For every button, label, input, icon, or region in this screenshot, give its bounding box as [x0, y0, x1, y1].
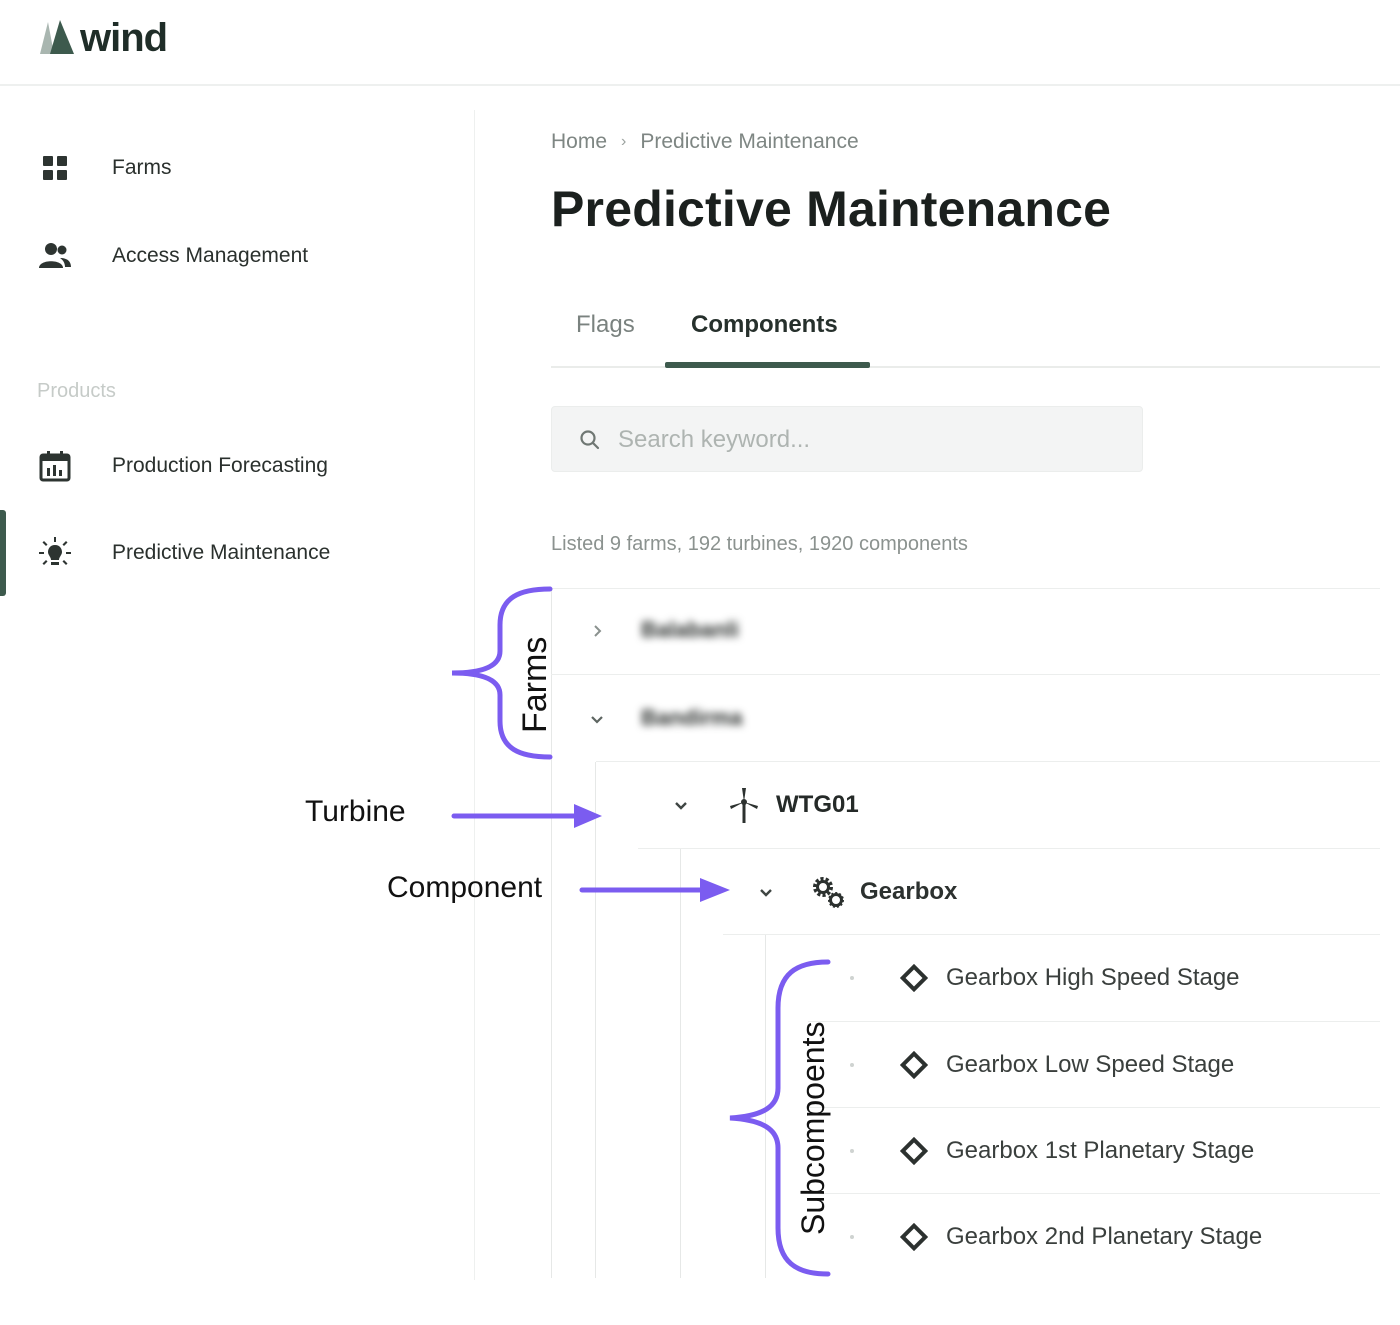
- gears-icon: [813, 877, 844, 908]
- component-name: Gearbox: [860, 878, 958, 905]
- listing-summary: Listed 9 farms, 192 turbines, 1920 compo…: [551, 533, 968, 555]
- bullet-dot: [850, 1063, 854, 1067]
- header-divider: [0, 84, 1400, 86]
- annotation-label-turbine: Turbine: [305, 795, 406, 828]
- tree-row-turbine[interactable]: WTG01: [596, 762, 1380, 848]
- lightbulb-icon: [38, 536, 72, 570]
- search-icon: [580, 430, 600, 450]
- tab-components[interactable]: Components: [691, 305, 838, 345]
- annotation-arrow-icon: [579, 878, 730, 902]
- diamond-icon: [900, 1137, 928, 1165]
- logo-text: wind: [80, 16, 168, 60]
- sidebar-item-label: Production Forecasting: [112, 454, 328, 477]
- chevron-right-icon: ›: [621, 133, 627, 150]
- chevron-down-icon[interactable]: [669, 793, 693, 817]
- sidebar-item-label: Access Management: [112, 244, 309, 267]
- farm-name: Bandirma: [641, 705, 743, 730]
- sidebar-item-farms[interactable]: Farms: [0, 138, 460, 198]
- tree-row-farm[interactable]: Balabanli: [551, 589, 1380, 673]
- wind-logo-icon: [40, 20, 74, 54]
- annotation-label-farms: Farms: [516, 636, 554, 733]
- page-title: Predictive Maintenance: [551, 181, 1112, 237]
- subcomponent-name: Gearbox Low Speed Stage: [946, 1051, 1235, 1078]
- tree-row-subcomponent[interactable]: Gearbox 2nd Planetary Stage: [766, 1194, 1380, 1280]
- sidebar-item-label: Farms: [112, 156, 172, 179]
- tree-row-farm[interactable]: Bandirma: [551, 675, 1380, 761]
- search-box: [551, 406, 1143, 472]
- tree-row-subcomponent[interactable]: Gearbox High Speed Stage: [766, 935, 1380, 1021]
- diamond-icon: [900, 1051, 928, 1079]
- annotation-label-component: Component: [387, 871, 543, 904]
- search-input[interactable]: [616, 417, 1120, 463]
- subcomponent-name: Gearbox 2nd Planetary Stage: [946, 1223, 1263, 1250]
- annotation-arrow-icon: [451, 804, 602, 828]
- chevron-down-icon[interactable]: [754, 880, 778, 904]
- bullet-dot: [850, 1235, 854, 1239]
- tree-row-subcomponent[interactable]: Gearbox 1st Planetary Stage: [766, 1108, 1380, 1194]
- users-icon: [38, 239, 72, 273]
- farm-name: Balabanli: [641, 617, 739, 642]
- grid-icon: [38, 151, 72, 185]
- tab-flags[interactable]: Flags: [576, 305, 635, 345]
- bullet-dot: [850, 976, 854, 980]
- subcomponent-name: Gearbox High Speed Stage: [946, 964, 1240, 991]
- chevron-down-icon[interactable]: [585, 707, 609, 731]
- wind-turbine-icon: [730, 788, 758, 823]
- sidebar-item-access-management[interactable]: Access Management: [0, 226, 460, 286]
- calendar-chart-icon: [38, 449, 72, 483]
- annotation-label-subcomponents: Subcompoents: [795, 1021, 831, 1235]
- active-tab-indicator: [665, 362, 870, 368]
- diamond-icon: [900, 1223, 928, 1251]
- subcomponent-name: Gearbox 1st Planetary Stage: [946, 1137, 1255, 1164]
- turbine-name: WTG01: [776, 791, 859, 818]
- sidebar-item-production-forecasting[interactable]: Production Forecasting: [0, 436, 460, 496]
- sidebar-item-predictive-maintenance[interactable]: Predictive Maintenance: [0, 523, 460, 583]
- breadcrumb-home[interactable]: Home: [551, 130, 607, 154]
- breadcrumb-current: Predictive Maintenance: [640, 130, 859, 153]
- sidebar-item-label: Predictive Maintenance: [112, 541, 331, 564]
- tree-row-component[interactable]: Gearbox: [681, 849, 1380, 935]
- chevron-right-icon[interactable]: [585, 619, 609, 643]
- breadcrumb: Home › Predictive Maintenance: [551, 130, 859, 154]
- diamond-icon: [900, 964, 928, 992]
- section-label-products: Products: [37, 380, 116, 402]
- bullet-dot: [850, 1149, 854, 1153]
- tree-row-subcomponent[interactable]: Gearbox Low Speed Stage: [766, 1022, 1380, 1108]
